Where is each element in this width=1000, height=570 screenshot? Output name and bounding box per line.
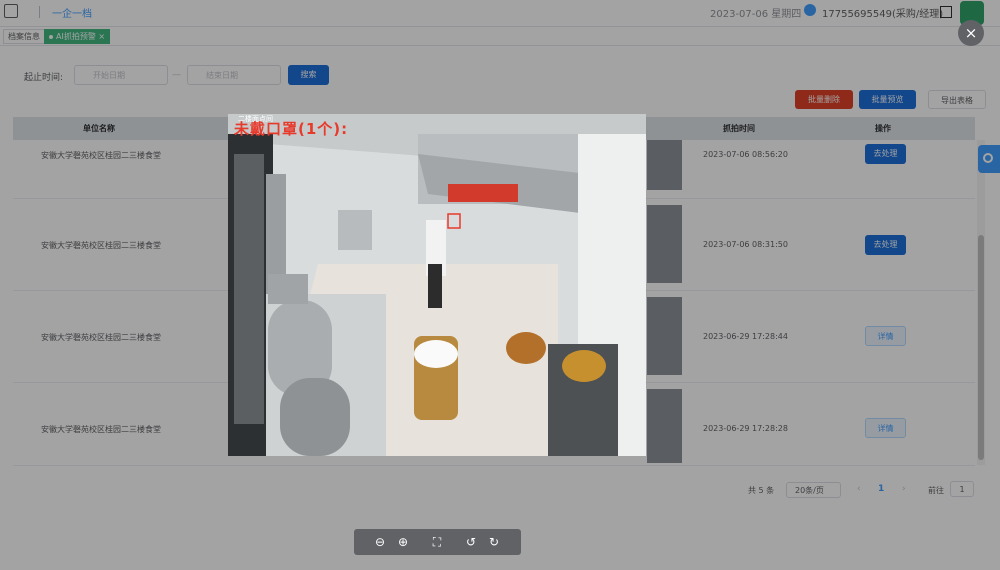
close-icon[interactable]: × — [958, 20, 984, 46]
zoom-in-icon[interactable]: ⊕ — [395, 534, 411, 550]
image-preview[interactable]: 二楼面点间 未戴口罩(1个): — [228, 114, 646, 456]
zoom-out-icon[interactable]: ⊖ — [372, 534, 388, 550]
detection-label: 未戴口罩(1个): — [234, 120, 349, 138]
rotate-right-icon[interactable]: ↻ — [486, 534, 502, 550]
fit-screen-icon[interactable]: ⛶ — [429, 534, 445, 550]
kitchen-camera-image — [228, 114, 646, 456]
rotate-left-icon[interactable]: ↺ — [463, 534, 479, 550]
viewer-toolbar: ⊖ ⊕ ⛶ ↺ ↻ — [354, 529, 521, 555]
